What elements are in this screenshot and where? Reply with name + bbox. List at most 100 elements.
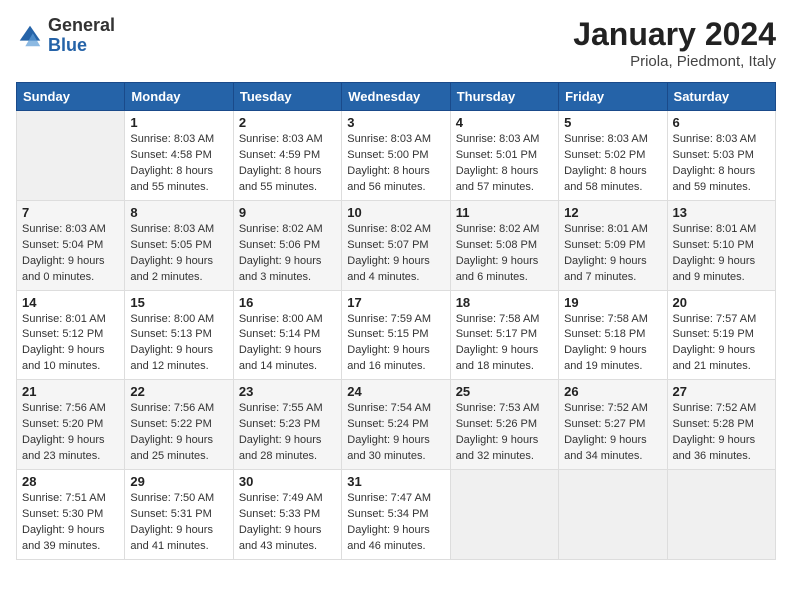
day-number: 1 (130, 115, 227, 130)
calendar-cell: 21 Sunrise: 7:56 AMSunset: 5:20 PMDayligh… (17, 380, 125, 470)
logo: General Blue (16, 16, 115, 56)
header: General Blue January 2024 Priola, Piedmo… (16, 16, 776, 70)
logo-blue-text: Blue (48, 36, 115, 56)
day-info: Sunrise: 7:47 AMSunset: 5:34 PMDaylight:… (347, 491, 444, 555)
week-row-2: 7Sunrise: 8:03 AMSunset: 5:04 PMDaylight… (17, 200, 776, 290)
day-number: 18 (456, 295, 553, 310)
day-number: 2 (239, 115, 336, 130)
day-info: Sunrise: 8:03 AMSunset: 5:02 PMDaylight:… (564, 132, 661, 196)
day-info: Sunrise: 7:58 AMSunset: 5:18 PMDaylight:… (564, 312, 661, 376)
location-title: Priola, Piedmont, Italy (573, 53, 776, 70)
day-number: 30 (239, 474, 336, 489)
title-area: January 2024 Priola, Piedmont, Italy (573, 16, 776, 70)
calendar-cell (450, 470, 558, 560)
calendar-cell: 3 Sunrise: 8:03 AMSunset: 5:00 PMDaylight… (342, 111, 450, 201)
day-number: 6 (673, 115, 770, 130)
day-info: Sunrise: 7:50 AMSunset: 5:31 PMDaylight:… (130, 491, 227, 555)
calendar-cell: 17 Sunrise: 7:59 AMSunset: 5:15 PMDayligh… (342, 290, 450, 380)
day-number: 11 (456, 205, 553, 220)
day-info: Sunrise: 8:03 AMSunset: 5:04 PMDaylight:… (22, 222, 119, 286)
day-number: 9 (239, 205, 336, 220)
calendar-cell: 25 Sunrise: 7:53 AMSunset: 5:26 PMDayligh… (450, 380, 558, 470)
calendar-cell: 26Sunrise: 7:52 AMSunset: 5:27 PMDayligh… (559, 380, 667, 470)
day-info: Sunrise: 8:00 AMSunset: 5:13 PMDaylight:… (130, 312, 227, 376)
day-number: 24 (347, 384, 444, 399)
day-info: Sunrise: 8:03 AMSunset: 5:00 PMDaylight:… (347, 132, 444, 196)
calendar-cell: 30 Sunrise: 7:49 AMSunset: 5:33 PMDayligh… (233, 470, 341, 560)
calendar-cell: 11 Sunrise: 8:02 AMSunset: 5:08 PMDayligh… (450, 200, 558, 290)
calendar-cell: 18 Sunrise: 7:58 AMSunset: 5:17 PMDayligh… (450, 290, 558, 380)
day-number: 23 (239, 384, 336, 399)
day-info: Sunrise: 8:03 AMSunset: 5:05 PMDaylight:… (130, 222, 227, 286)
calendar-cell: 15Sunrise: 8:00 AMSunset: 5:13 PMDayligh… (125, 290, 233, 380)
logo-text: General Blue (48, 16, 115, 56)
calendar-cell: 7Sunrise: 8:03 AMSunset: 5:04 PMDaylight… (17, 200, 125, 290)
day-info: Sunrise: 7:53 AMSunset: 5:26 PMDaylight:… (456, 401, 553, 465)
calendar-cell: 24 Sunrise: 7:54 AMSunset: 5:24 PMDayligh… (342, 380, 450, 470)
day-info: Sunrise: 7:57 AMSunset: 5:19 PMDaylight:… (673, 312, 770, 376)
day-info: Sunrise: 7:55 AMSunset: 5:23 PMDaylight:… (239, 401, 336, 465)
day-number: 8 (130, 205, 227, 220)
calendar-cell: 14Sunrise: 8:01 AMSunset: 5:12 PMDayligh… (17, 290, 125, 380)
month-title: January 2024 (573, 16, 776, 53)
day-info: Sunrise: 8:02 AMSunset: 5:08 PMDaylight:… (456, 222, 553, 286)
day-info: Sunrise: 7:54 AMSunset: 5:24 PMDaylight:… (347, 401, 444, 465)
day-number: 4 (456, 115, 553, 130)
column-header-monday: Monday (125, 83, 233, 111)
day-info: Sunrise: 7:51 AMSunset: 5:30 PMDaylight:… (22, 491, 119, 555)
calendar-cell: 31 Sunrise: 7:47 AMSunset: 5:34 PMDayligh… (342, 470, 450, 560)
column-header-wednesday: Wednesday (342, 83, 450, 111)
day-number: 25 (456, 384, 553, 399)
calendar-cell: 29 Sunrise: 7:50 AMSunset: 5:31 PMDayligh… (125, 470, 233, 560)
day-number: 5 (564, 115, 661, 130)
day-number: 27 (673, 384, 770, 399)
calendar-cell (667, 470, 775, 560)
week-row-1: 1 Sunrise: 8:03 AMSunset: 4:58 PMDaylight… (17, 111, 776, 201)
calendar-cell: 5 Sunrise: 8:03 AMSunset: 5:02 PMDaylight… (559, 111, 667, 201)
day-number: 31 (347, 474, 444, 489)
day-info: Sunrise: 8:01 AMSunset: 5:12 PMDaylight:… (22, 312, 119, 376)
day-number: 26 (564, 384, 661, 399)
calendar-table: SundayMondayTuesdayWednesdayThursdayFrid… (16, 82, 776, 560)
day-info: Sunrise: 8:03 AMSunset: 5:01 PMDaylight:… (456, 132, 553, 196)
calendar-cell: 2Sunrise: 8:03 AMSunset: 4:59 PMDaylight… (233, 111, 341, 201)
day-info: Sunrise: 7:56 AMSunset: 5:20 PMDaylight:… (22, 401, 119, 465)
calendar-cell (17, 111, 125, 201)
day-number: 16 (239, 295, 336, 310)
calendar-cell: 16Sunrise: 8:00 AMSunset: 5:14 PMDayligh… (233, 290, 341, 380)
day-number: 17 (347, 295, 444, 310)
day-number: 3 (347, 115, 444, 130)
day-info: Sunrise: 8:01 AMSunset: 5:10 PMDaylight:… (673, 222, 770, 286)
week-row-5: 28Sunrise: 7:51 AMSunset: 5:30 PMDayligh… (17, 470, 776, 560)
calendar-cell: 12Sunrise: 8:01 AMSunset: 5:09 PMDayligh… (559, 200, 667, 290)
calendar-cell: 23 Sunrise: 7:55 AMSunset: 5:23 PMDayligh… (233, 380, 341, 470)
column-header-saturday: Saturday (667, 83, 775, 111)
day-info: Sunrise: 7:49 AMSunset: 5:33 PMDaylight:… (239, 491, 336, 555)
day-info: Sunrise: 8:03 AMSunset: 4:58 PMDaylight:… (130, 132, 227, 196)
calendar-cell: 1 Sunrise: 8:03 AMSunset: 4:58 PMDaylight… (125, 111, 233, 201)
column-header-thursday: Thursday (450, 83, 558, 111)
calendar-cell: 9Sunrise: 8:02 AMSunset: 5:06 PMDaylight… (233, 200, 341, 290)
calendar-cell (559, 470, 667, 560)
day-number: 19 (564, 295, 661, 310)
calendar-cell: 8 Sunrise: 8:03 AMSunset: 5:05 PMDaylight… (125, 200, 233, 290)
day-info: Sunrise: 7:56 AMSunset: 5:22 PMDaylight:… (130, 401, 227, 465)
calendar-cell: 6 Sunrise: 8:03 AMSunset: 5:03 PMDaylight… (667, 111, 775, 201)
day-info: Sunrise: 7:59 AMSunset: 5:15 PMDaylight:… (347, 312, 444, 376)
day-number: 10 (347, 205, 444, 220)
day-number: 29 (130, 474, 227, 489)
calendar-cell: 4 Sunrise: 8:03 AMSunset: 5:01 PMDaylight… (450, 111, 558, 201)
day-number: 20 (673, 295, 770, 310)
calendar-cell: 27Sunrise: 7:52 AMSunset: 5:28 PMDayligh… (667, 380, 775, 470)
calendar-cell: 28Sunrise: 7:51 AMSunset: 5:30 PMDayligh… (17, 470, 125, 560)
calendar-header-row: SundayMondayTuesdayWednesdayThursdayFrid… (17, 83, 776, 111)
day-number: 21 (22, 384, 119, 399)
logo-icon (16, 22, 44, 50)
day-info: Sunrise: 7:58 AMSunset: 5:17 PMDaylight:… (456, 312, 553, 376)
calendar-cell: 13Sunrise: 8:01 AMSunset: 5:10 PMDayligh… (667, 200, 775, 290)
week-row-3: 14Sunrise: 8:01 AMSunset: 5:12 PMDayligh… (17, 290, 776, 380)
calendar-cell: 20 Sunrise: 7:57 AMSunset: 5:19 PMDayligh… (667, 290, 775, 380)
column-header-sunday: Sunday (17, 83, 125, 111)
column-header-tuesday: Tuesday (233, 83, 341, 111)
day-info: Sunrise: 8:03 AMSunset: 5:03 PMDaylight:… (673, 132, 770, 196)
